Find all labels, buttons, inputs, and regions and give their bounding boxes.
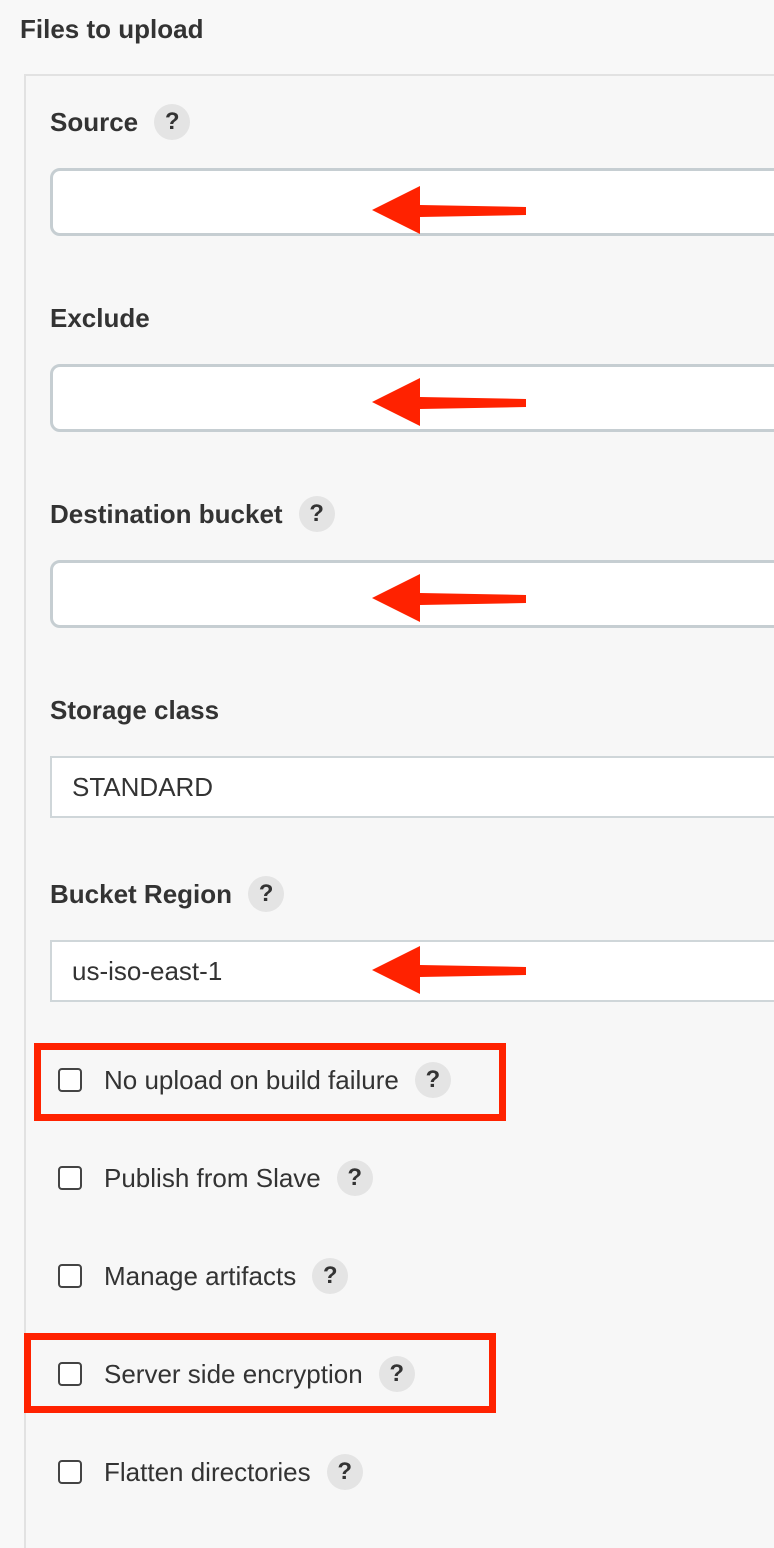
annotation-arrow-icon (372, 574, 526, 622)
source-help-icon[interactable]: ? (154, 104, 191, 140)
annotation-highlight-box (34, 1043, 506, 1121)
manage-artifacts-label: Manage artifacts (104, 1260, 297, 1291)
section-title: Files to upload (20, 14, 204, 44)
manage-artifacts-row[interactable]: Manage artifacts ? (56, 1254, 349, 1298)
destination-bucket-help-icon[interactable]: ? (298, 496, 335, 532)
destination-bucket-label-text: Destination bucket (50, 498, 283, 529)
publish-from-slave-checkbox[interactable] (58, 1166, 82, 1190)
bucket-region-help-icon[interactable]: ? (248, 876, 285, 912)
page: Files to upload Source ? Exclude Destina… (0, 0, 774, 1548)
publish-from-slave-label: Publish from Slave (104, 1162, 321, 1193)
annotation-highlight-box (24, 1333, 496, 1413)
source-label-text: Source (50, 106, 139, 137)
bucket-region-value: us-iso-east-1 (72, 955, 223, 986)
flatten-directories-label: Flatten directories (104, 1456, 311, 1487)
manage-artifacts-help-icon[interactable]: ? (312, 1258, 349, 1294)
publish-from-slave-row[interactable]: Publish from Slave ? (56, 1156, 373, 1200)
storage-class-label-text: Storage class (50, 694, 220, 725)
annotation-arrow-icon (372, 186, 526, 234)
flatten-directories-checkbox[interactable] (58, 1460, 82, 1484)
exclude-label: Exclude (50, 298, 150, 338)
bucket-region-label: Bucket Region ? (50, 874, 285, 914)
bucket-region-label-text: Bucket Region (50, 878, 233, 909)
annotation-arrow-icon (372, 378, 526, 426)
manage-artifacts-checkbox[interactable] (58, 1264, 82, 1288)
flatten-directories-row[interactable]: Flatten directories ? (56, 1450, 363, 1494)
annotation-arrow-icon (372, 946, 526, 994)
flatten-directories-help-icon[interactable]: ? (326, 1454, 363, 1490)
source-label: Source ? (50, 102, 191, 142)
publish-from-slave-help-icon[interactable]: ? (336, 1160, 373, 1196)
storage-class-value: STANDARD (72, 771, 214, 802)
exclude-label-text: Exclude (50, 302, 150, 333)
destination-bucket-label: Destination bucket ? (50, 494, 335, 534)
storage-class-select[interactable]: STANDARD (50, 756, 774, 818)
storage-class-label: Storage class (50, 690, 219, 730)
